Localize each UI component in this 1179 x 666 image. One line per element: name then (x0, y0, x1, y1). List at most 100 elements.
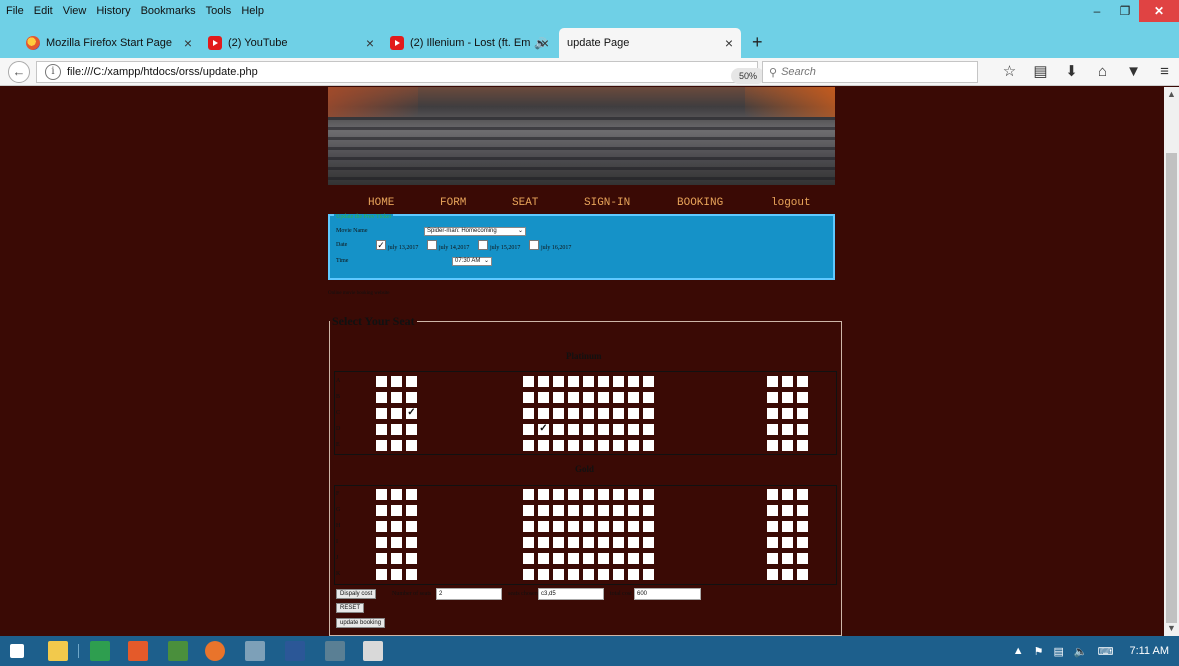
seat-checkbox[interactable] (613, 489, 624, 500)
seat-checkbox[interactable] (568, 440, 579, 451)
seat-checkbox[interactable] (583, 440, 594, 451)
app-icon[interactable] (168, 641, 188, 661)
seat-checkbox[interactable] (782, 376, 793, 387)
seat-checkbox[interactable] (553, 408, 564, 419)
firefox-taskbar-icon[interactable] (205, 641, 225, 661)
seat-checkbox[interactable] (553, 569, 564, 580)
time-select[interactable]: 07:30 AM ⌄ (452, 257, 492, 266)
date-checkbox-3[interactable] (478, 240, 488, 250)
seat-checkbox[interactable] (391, 489, 402, 500)
seat-checkbox[interactable] (767, 553, 778, 564)
office-icon[interactable] (128, 641, 148, 661)
date-checkbox-1[interactable]: ✓ (376, 240, 386, 250)
seat-checkbox[interactable] (598, 424, 609, 435)
search-input[interactable] (781, 66, 962, 78)
seat-checkbox[interactable] (643, 489, 654, 500)
close-tab-icon[interactable]: × (725, 35, 733, 51)
tab-youtube[interactable]: (2) YouTube × (200, 28, 382, 58)
seat-checkbox[interactable] (391, 537, 402, 548)
seat-checkbox[interactable] (628, 553, 639, 564)
seat-checkbox[interactable] (643, 521, 654, 532)
minimize-icon[interactable]: – (1083, 0, 1111, 22)
seat-checkbox[interactable] (583, 376, 594, 387)
seat-checkbox[interactable] (568, 521, 579, 532)
seat-checkbox[interactable] (523, 424, 534, 435)
seat-checkbox[interactable] (406, 505, 417, 516)
seat-checkbox[interactable] (376, 376, 387, 387)
seat-checkbox[interactable] (553, 489, 564, 500)
seat-checkbox[interactable] (538, 392, 549, 403)
seat-checkbox[interactable] (628, 505, 639, 516)
seat-checkbox[interactable] (406, 376, 417, 387)
seat-checkbox[interactable] (406, 537, 417, 548)
update-booking-button[interactable]: update booking (336, 618, 386, 628)
seat-checkbox[interactable] (767, 489, 778, 500)
seat-checkbox[interactable] (767, 440, 778, 451)
seat-checkbox[interactable] (613, 392, 624, 403)
seat-checkbox[interactable] (598, 537, 609, 548)
seat-checkbox[interactable] (767, 392, 778, 403)
media-icon[interactable] (325, 641, 345, 661)
seats-chosen-field[interactable]: c3,d5 (538, 588, 604, 600)
menu-bookmarks[interactable]: Bookmarks (136, 5, 201, 17)
seat-checkbox[interactable] (643, 553, 654, 564)
seat-checkbox[interactable] (767, 505, 778, 516)
seat-checkbox[interactable]: ✓ (406, 408, 417, 419)
seat-checkbox[interactable] (583, 553, 594, 564)
tab-update-page[interactable]: update Page × (559, 28, 741, 58)
volume-icon[interactable]: 🔈 (1074, 645, 1088, 658)
seat-checkbox[interactable] (782, 424, 793, 435)
seat-checkbox[interactable] (643, 569, 654, 580)
seat-checkbox[interactable] (391, 376, 402, 387)
seat-checkbox[interactable] (598, 489, 609, 500)
seat-checkbox[interactable] (391, 424, 402, 435)
seat-checkbox[interactable] (523, 553, 534, 564)
seat-checkbox[interactable] (628, 521, 639, 532)
seat-checkbox[interactable] (376, 440, 387, 451)
seat-checkbox[interactable] (523, 521, 534, 532)
seat-checkbox[interactable] (553, 521, 564, 532)
tab-illenium[interactable]: (2) Illenium - Lost (ft. Em 🔊 × (382, 28, 557, 58)
seat-checkbox[interactable] (376, 408, 387, 419)
seat-checkbox[interactable] (391, 392, 402, 403)
nav-logout[interactable]: logout (771, 197, 811, 209)
seat-checkbox[interactable] (568, 537, 579, 548)
photos-icon[interactable] (245, 641, 265, 661)
seat-checkbox[interactable] (406, 521, 417, 532)
seat-checkbox[interactable] (782, 569, 793, 580)
seat-checkbox[interactable] (797, 553, 808, 564)
seat-checkbox[interactable] (628, 376, 639, 387)
seat-checkbox[interactable] (538, 537, 549, 548)
windows-start-icon[interactable] (10, 644, 24, 658)
seat-checkbox[interactable] (782, 505, 793, 516)
seat-checkbox[interactable] (406, 569, 417, 580)
back-icon[interactable]: ← (8, 61, 30, 83)
seat-checkbox[interactable] (628, 424, 639, 435)
seat-checkbox[interactable] (782, 537, 793, 548)
bookmark-star-icon[interactable]: ☆ (994, 62, 1025, 82)
seat-checkbox[interactable] (553, 424, 564, 435)
seat-checkbox[interactable] (598, 521, 609, 532)
seat-checkbox[interactable] (598, 505, 609, 516)
hamburger-menu-icon[interactable]: ≡ (1149, 62, 1179, 82)
store-icon[interactable] (90, 641, 110, 661)
seat-checkbox[interactable] (568, 553, 579, 564)
seat-checkbox[interactable] (767, 537, 778, 548)
seat-checkbox[interactable] (391, 408, 402, 419)
new-tab-icon[interactable]: + (752, 32, 763, 53)
seat-checkbox[interactable] (797, 376, 808, 387)
seat-checkbox[interactable] (797, 537, 808, 548)
menu-help[interactable]: Help (236, 5, 269, 17)
menu-file[interactable]: File (0, 5, 29, 17)
seat-checkbox[interactable] (376, 569, 387, 580)
seat-checkbox[interactable] (797, 521, 808, 532)
tab-firefox-start[interactable]: Mozilla Firefox Start Page × (18, 28, 200, 58)
seat-checkbox[interactable] (782, 521, 793, 532)
seat-checkbox[interactable] (523, 376, 534, 387)
home-icon[interactable]: ⌂ (1087, 62, 1118, 82)
menu-tools[interactable]: Tools (201, 5, 237, 17)
total-cost-field[interactable]: 600 (634, 588, 701, 600)
seat-checkbox[interactable] (568, 489, 579, 500)
seat-checkbox[interactable] (391, 505, 402, 516)
seat-checkbox[interactable] (797, 408, 808, 419)
